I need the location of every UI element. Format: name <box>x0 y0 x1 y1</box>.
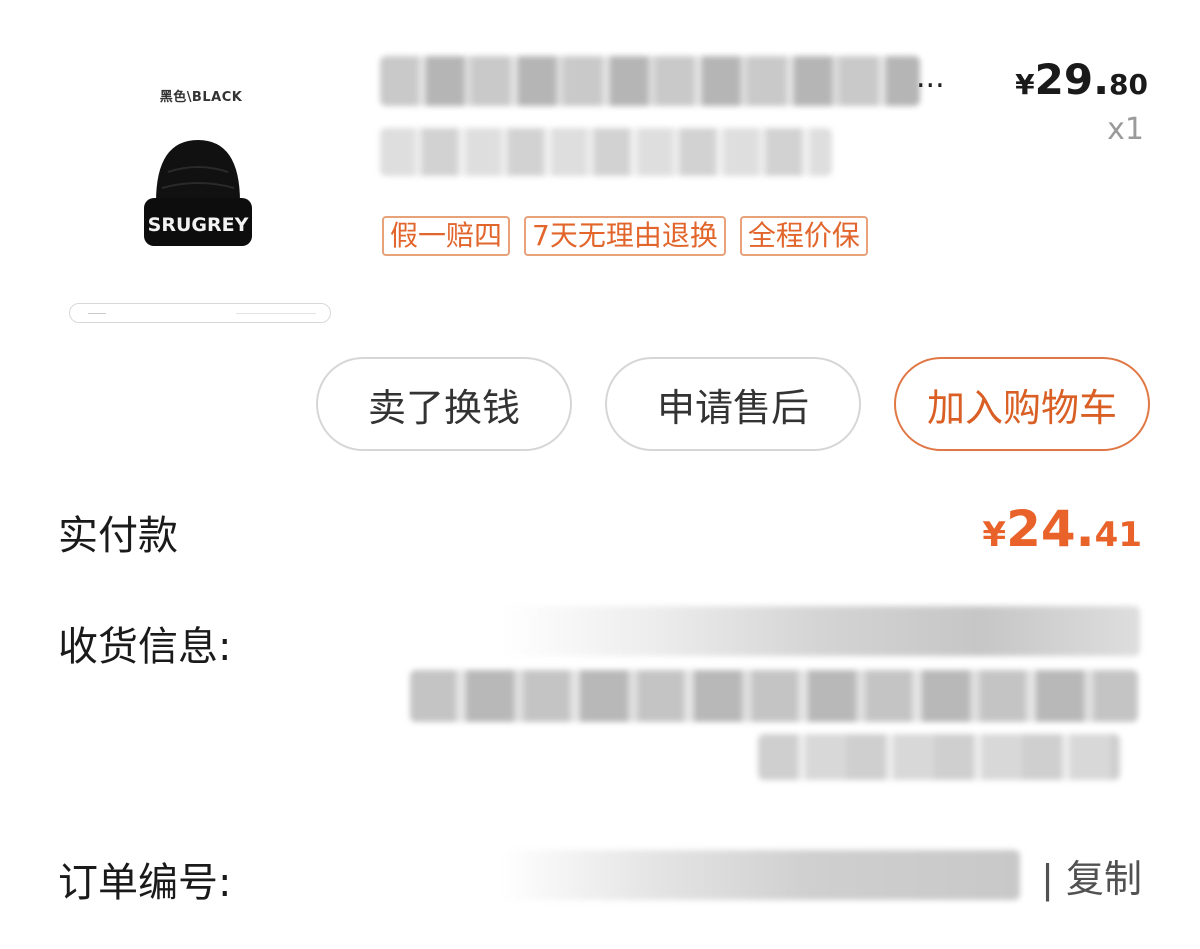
tag-fake-compensation: 假一赔四 <box>382 216 511 256</box>
order-number-redacted <box>500 850 1020 900</box>
paid-amount: ¥24.41 <box>982 500 1142 558</box>
shipping-address-line3-redacted <box>758 734 1120 780</box>
order-number-label: 订单编号: <box>58 860 232 906</box>
order-actions: 卖了换钱 申请售后 加入购物车 <box>316 357 1150 451</box>
copy-order-number-button[interactable]: | 复制 <box>1041 848 1142 903</box>
product-quantity: x1 <box>1107 112 1144 147</box>
add-to-cart-button[interactable]: 加入购物车 <box>894 357 1150 451</box>
thumbnail-label-bar <box>69 303 331 323</box>
after-sale-button[interactable]: 申请售后 <box>605 357 861 451</box>
shipping-address-redacted <box>410 670 1138 722</box>
tag-price-protection: 全程价保 <box>739 216 868 256</box>
product-thumbnail[interactable]: 黑色\BLACK SRUGREY <box>60 52 342 334</box>
shipping-label: 收货信息: <box>58 624 232 670</box>
thumbnail-caption: 黑色\BLACK <box>159 90 243 105</box>
service-tags: 假一赔四 7天无理由退换 全程价保 <box>382 216 868 256</box>
product-title-ellipsis: ... <box>916 60 945 95</box>
product-title-redacted[interactable] <box>380 56 920 106</box>
beanie-hat-image: SRUGREY <box>144 140 252 246</box>
paid-label: 实付款 <box>58 513 178 559</box>
tag-7day-return: 7天无理由退换 <box>524 216 726 256</box>
product-price: ¥29.80 <box>1015 55 1148 104</box>
sell-button[interactable]: 卖了换钱 <box>316 357 572 451</box>
product-spec-redacted <box>380 128 832 176</box>
shipping-name-redacted <box>500 606 1140 656</box>
svg-text:SRUGREY: SRUGREY <box>148 214 249 236</box>
